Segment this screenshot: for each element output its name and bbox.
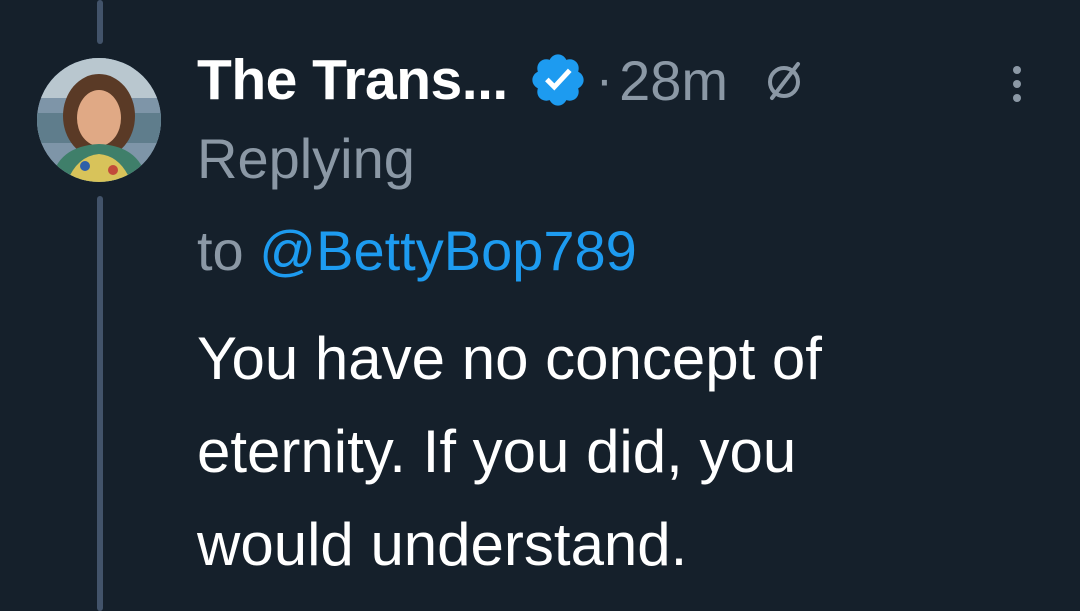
reply-to-word: to [197,219,244,282]
tweet-timestamp[interactable]: 28m [619,48,728,113]
avatar-image [37,58,161,182]
replying-label: Replying [197,127,415,190]
verified-badge-icon[interactable] [528,50,588,110]
thread-connector-bottom [97,196,103,611]
avatar[interactable] [37,58,161,182]
tweet-header: The Trans... · 28m [197,42,806,118]
reply-context: to @BettyBop789 [197,218,637,283]
thread-connector-top [97,0,103,44]
tweet-text-line: would understand. [197,511,688,578]
reply-mention-link[interactable]: @BettyBop789 [259,219,637,282]
author-display-name[interactable]: The Trans... [197,47,508,113]
more-options-icon[interactable] [1007,62,1027,106]
edit-history-icon[interactable] [762,58,806,102]
tweet-text: You have no concept of eternity. If you … [197,312,1057,591]
tweet-text-line: eternity. If you did, you [197,418,797,485]
header-separator: · [595,51,614,109]
tweet-text-line: You have no concept of [197,325,822,392]
